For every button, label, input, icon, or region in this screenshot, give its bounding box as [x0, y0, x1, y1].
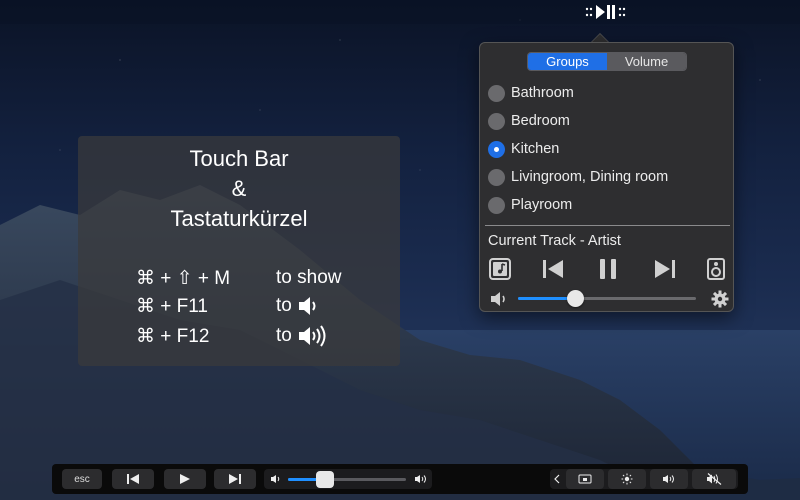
speaker-icon: [663, 475, 674, 483]
volume-row: [480, 289, 735, 309]
lock-screen-icon: [578, 474, 592, 484]
esc-key[interactable]: esc: [62, 469, 102, 489]
shortcut-action: to show: [276, 267, 341, 289]
group-item-playroom[interactable]: Playroom: [488, 191, 728, 219]
volume-button[interactable]: [650, 469, 688, 489]
touchbar-volume-knob[interactable]: [315, 471, 334, 488]
tab-groups[interactable]: Groups: [528, 53, 607, 70]
menu-bar: [0, 0, 800, 24]
group-label: Livingroom, Dining room: [511, 169, 669, 185]
touchbar-volume-slider[interactable]: [288, 471, 406, 488]
brightness-button[interactable]: [608, 469, 646, 489]
speaker-icon: [488, 285, 512, 313]
radio-button[interactable]: [488, 196, 505, 214]
radio-button[interactable]: [488, 84, 505, 102]
group-item-kitchen[interactable]: Kitchen: [488, 135, 728, 163]
playback-controls: [480, 255, 735, 283]
next-track-icon: [229, 474, 241, 484]
group-item-bathroom[interactable]: Bathroom: [488, 79, 728, 107]
volume-slider-knob[interactable]: [566, 290, 584, 307]
volume-slider[interactable]: [518, 290, 696, 307]
shortcut-info-panel: Touch Bar & Tastaturkürzel ⌘ + ⇧ + M to …: [78, 136, 400, 366]
radio-button[interactable]: [488, 168, 505, 186]
touch-bar: esc: [52, 464, 748, 494]
screen-lock-button[interactable]: [566, 469, 604, 489]
group-item-livingroom[interactable]: Livingroom, Dining room: [488, 163, 728, 191]
mute-button[interactable]: [692, 469, 736, 489]
shortcut-row: ⌘ + F11 to: [136, 292, 320, 320]
pause-icon[interactable]: [596, 255, 620, 283]
speaker-high-icon: [415, 475, 426, 483]
play-pause-menubar-icon[interactable]: [584, 3, 628, 21]
group-item-bedroom[interactable]: Bedroom: [488, 107, 728, 135]
shortcut-action: to: [276, 295, 320, 317]
current-track-label: Current Track - Artist: [488, 233, 621, 249]
info-title-line: Tastaturkürzel: [170, 206, 308, 231]
mute-icon: [707, 473, 722, 485]
info-title: Touch Bar & Tastaturkürzel: [78, 144, 400, 234]
group-label: Kitchen: [511, 141, 560, 157]
next-track-icon[interactable]: [652, 255, 678, 283]
shortcut-row: ⌘ + F12 to: [136, 322, 332, 350]
shortcut-keys: ⌘ + ⇧ + M: [136, 267, 231, 289]
previous-track-icon[interactable]: [540, 255, 566, 283]
info-title-line: Touch Bar: [189, 146, 289, 171]
speaker-low-icon: [298, 297, 316, 315]
shortcut-keys: ⌘ + F12: [136, 325, 210, 347]
brightness-icon: [621, 473, 633, 485]
view-segmented-control: Groups Volume: [527, 52, 687, 71]
info-title-line: &: [231, 176, 247, 201]
touchbar-previous-button[interactable]: [112, 469, 154, 489]
group-label: Playroom: [511, 197, 573, 213]
shortcut-action: to: [276, 325, 332, 347]
group-list: Bathroom Bedroom Kitchen Livingroom, Din…: [488, 79, 728, 219]
speaker-low-icon: [271, 475, 280, 483]
shortcut-action-text: to: [276, 325, 292, 346]
touchbar-play-button[interactable]: [164, 469, 206, 489]
touchbar-next-button[interactable]: [214, 469, 256, 489]
shortcut-keys: ⌘ + F11: [136, 295, 208, 317]
touchbar-volume-control: [264, 469, 432, 489]
group-label: Bedroom: [511, 113, 570, 129]
play-icon: [180, 474, 190, 484]
divider: [485, 225, 730, 226]
expand-control-strip-icon[interactable]: [550, 469, 564, 489]
speaker-high-icon: [298, 325, 326, 347]
gear-icon[interactable]: [709, 285, 731, 313]
shortcut-row: ⌘ + ⇧ + M to show: [136, 264, 341, 292]
sonos-popover: Groups Volume Bathroom Bedroom Kitchen L…: [479, 42, 734, 312]
group-label: Bathroom: [511, 85, 574, 101]
radio-button-selected[interactable]: [488, 140, 505, 158]
radio-button[interactable]: [488, 112, 505, 130]
previous-track-icon: [127, 474, 139, 484]
speaker-device-icon[interactable]: [705, 255, 727, 283]
music-library-icon[interactable]: [488, 255, 512, 283]
esc-label: esc: [74, 473, 90, 485]
control-strip: [550, 469, 738, 489]
shortcut-action-text: to: [276, 295, 292, 316]
tab-volume[interactable]: Volume: [607, 53, 686, 70]
shortcut-action-text: to show: [276, 267, 342, 288]
